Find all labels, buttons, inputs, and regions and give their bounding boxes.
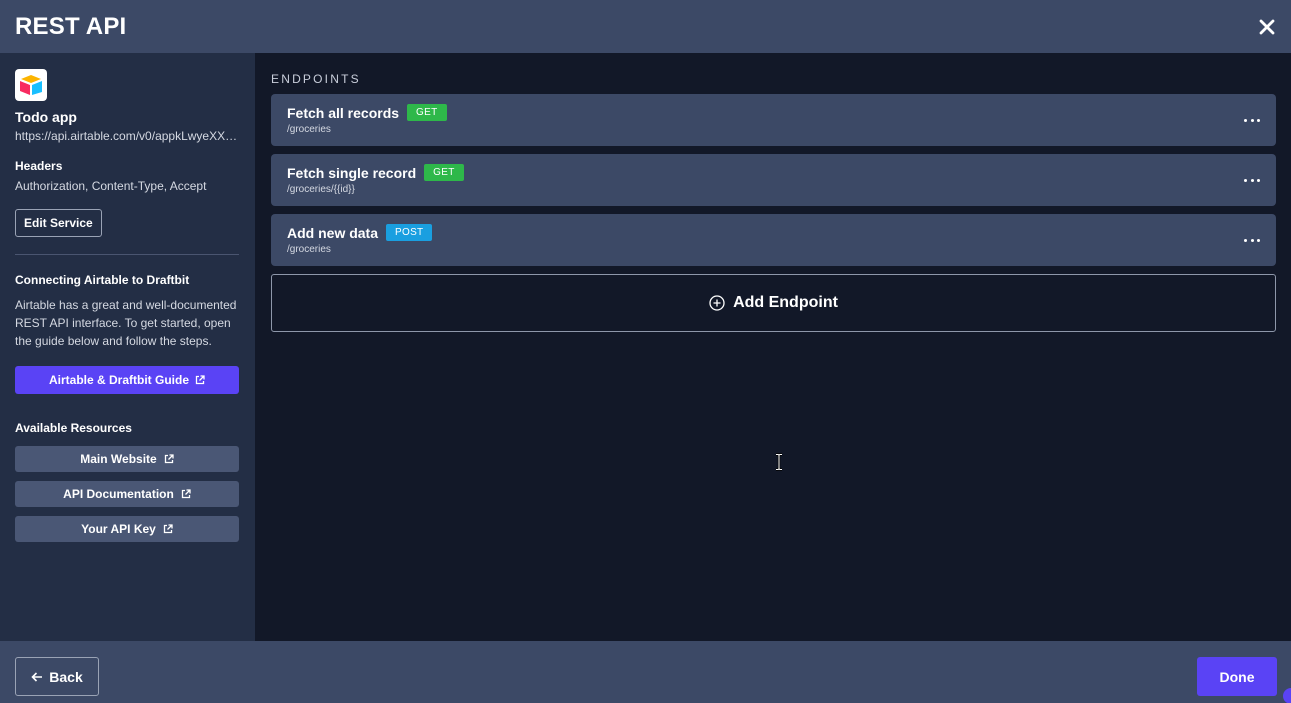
more-options-icon[interactable] <box>1244 233 1260 247</box>
done-label: Done <box>1219 668 1255 685</box>
connect-description: Airtable has a great and well-documented… <box>15 298 237 348</box>
method-badge: POST <box>386 224 433 241</box>
endpoint-path: /groceries <box>287 244 331 255</box>
external-link-icon <box>163 524 173 534</box>
endpoint-path: /groceries/{{id}} <box>287 184 355 195</box>
guide-button[interactable]: Airtable & Draftbit Guide <box>15 366 239 394</box>
back-button[interactable]: Back <box>15 657 99 696</box>
connect-title: Connecting Airtable to Draftbit <box>15 273 190 287</box>
endpoints-panel: ENDPOINTS Fetch all records GET /groceri… <box>255 53 1291 641</box>
back-label: Back <box>49 668 83 685</box>
service-sidebar: Todo app https://api.airtable.com/v0/app… <box>0 53 255 641</box>
endpoints-section-label: ENDPOINTS <box>271 72 361 86</box>
more-options-icon[interactable] <box>1244 113 1260 127</box>
api-documentation-button[interactable]: API Documentation <box>15 481 239 507</box>
headers-label: Headers <box>15 159 63 173</box>
help-widget-icon[interactable] <box>1283 688 1291 703</box>
title-bar: REST API <box>0 0 1291 53</box>
service-url: https://api.airtable.com/v0/appkLwyeXXXX… <box>15 129 240 143</box>
api-key-label: Your API Key <box>81 522 156 536</box>
done-button[interactable]: Done <box>1197 657 1277 696</box>
endpoint-path: /groceries <box>287 124 331 135</box>
footer-bar: Back Done <box>0 641 1291 703</box>
endpoint-item[interactable]: Fetch all records GET /groceries <box>271 94 1276 146</box>
endpoint-name: Fetch all records <box>287 104 400 121</box>
main-website-label: Main Website <box>80 452 157 466</box>
resources-title: Available Resources <box>15 421 132 435</box>
plus-circle-icon <box>709 295 725 311</box>
method-badge: GET <box>407 104 447 121</box>
more-options-icon[interactable] <box>1244 173 1260 187</box>
airtable-logo-icon <box>15 69 47 101</box>
guide-button-label: Airtable & Draftbit Guide <box>48 373 189 387</box>
external-link-icon <box>195 375 205 385</box>
service-name: Todo app <box>15 109 77 125</box>
headers-value: Authorization, Content-Type, Accept <box>15 179 207 193</box>
external-link-icon <box>181 489 191 499</box>
sidebar-divider <box>15 254 239 255</box>
api-key-button[interactable]: Your API Key <box>15 516 239 542</box>
endpoint-name: Add new data <box>287 224 379 241</box>
api-documentation-label: API Documentation <box>63 487 174 501</box>
arrow-left-icon <box>31 671 43 682</box>
add-endpoint-label: Add Endpoint <box>733 294 838 311</box>
window-title: REST API <box>15 12 127 40</box>
endpoint-item[interactable]: Fetch single record GET /groceries/{{id}… <box>271 154 1276 206</box>
close-icon[interactable] <box>1257 17 1277 37</box>
main-website-button[interactable]: Main Website <box>15 446 239 472</box>
add-endpoint-button[interactable]: Add Endpoint <box>271 274 1276 332</box>
endpoint-item[interactable]: Add new data POST /groceries <box>271 214 1276 266</box>
edit-service-button[interactable]: Edit Service <box>15 209 102 237</box>
endpoint-name: Fetch single record <box>287 164 417 181</box>
external-link-icon <box>164 454 174 464</box>
text-cursor-icon <box>776 453 782 471</box>
method-badge: GET <box>424 164 464 181</box>
